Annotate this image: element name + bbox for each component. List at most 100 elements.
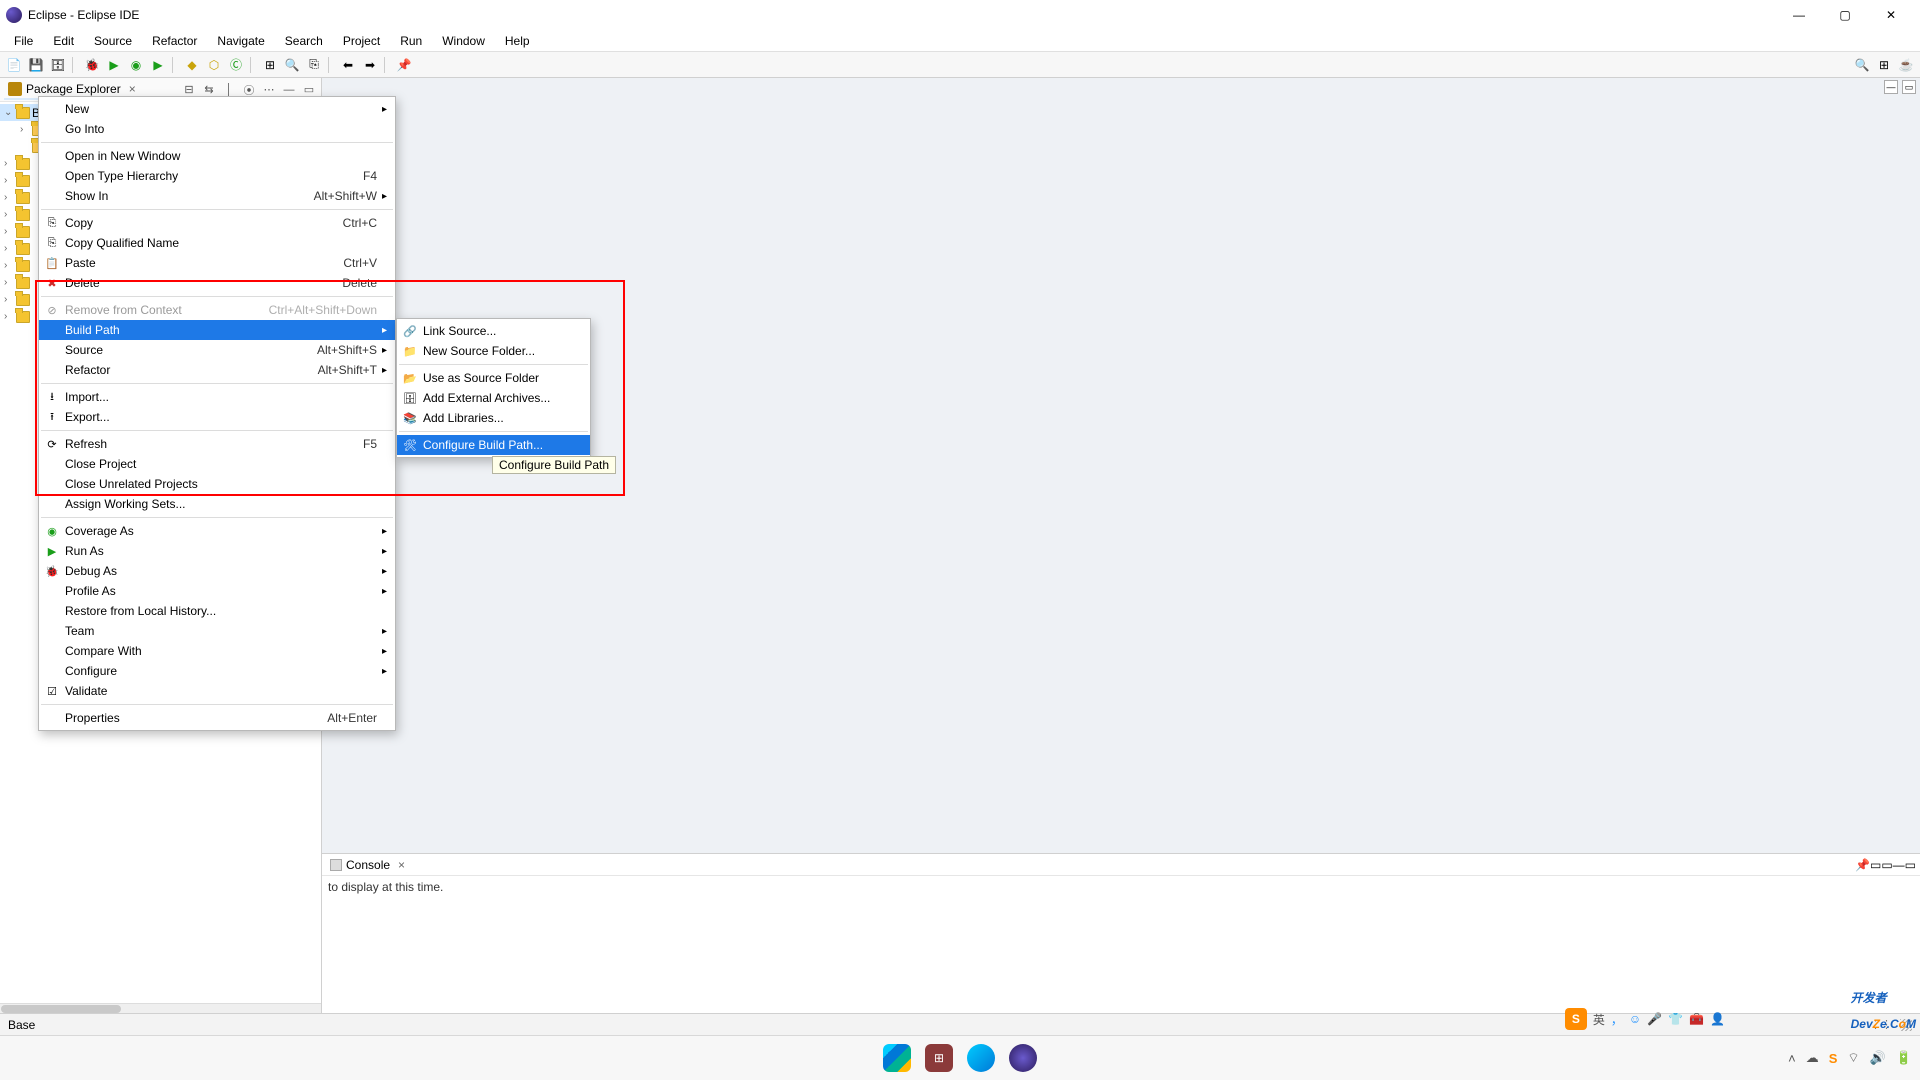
minimize-button[interactable]: — [1776, 0, 1822, 30]
ime-voice-icon[interactable]: 🎤 [1647, 1012, 1662, 1026]
ctx-item-close-unrelated-projects[interactable]: Close Unrelated Projects [39, 474, 395, 494]
maximize-button[interactable]: ▢ [1822, 0, 1868, 30]
toggle-button[interactable]: ⎘ [304, 55, 324, 75]
ctx-item-show-in[interactable]: Show InAlt+Shift+W▸ [39, 186, 395, 206]
ctx-item-properties[interactable]: PropertiesAlt+Enter [39, 708, 395, 728]
ime-toolbox-icon[interactable]: 🧰 [1689, 1012, 1704, 1026]
open-type-button[interactable]: ⊞ [260, 55, 280, 75]
buildpath-item-use-as-source-folder[interactable]: 📂Use as Source Folder [397, 368, 590, 388]
taskbar-edge[interactable] [967, 1044, 995, 1072]
ctx-item-restore-from-local-history[interactable]: Restore from Local History... [39, 601, 395, 621]
ctx-item-assign-working-sets[interactable]: Assign Working Sets... [39, 494, 395, 514]
scrollbar-thumb[interactable] [1, 1005, 121, 1013]
save-button[interactable]: 💾 [26, 55, 46, 75]
menu-edit[interactable]: Edit [45, 32, 82, 50]
tray-sogou-icon[interactable]: S [1829, 1051, 1838, 1066]
ime-toolbar[interactable]: S 英 ， ☺ 🎤 👕 🧰 👤 [1565, 1008, 1725, 1030]
console-pin-button[interactable]: 📌 [1855, 858, 1870, 872]
ctx-item-build-path[interactable]: Build Path▸ [39, 320, 395, 340]
ctx-item-copy-qualified-name[interactable]: ⎘Copy Qualified Name [39, 233, 395, 253]
ctx-item-open-type-hierarchy[interactable]: Open Type HierarchyF4 [39, 166, 395, 186]
expand-icon[interactable]: › [4, 158, 14, 169]
ctx-item-go-into[interactable]: Go Into [39, 119, 395, 139]
tray-battery-icon[interactable]: 🔋 [1896, 1050, 1912, 1066]
expand-icon[interactable]: › [4, 175, 14, 186]
expand-icon[interactable]: › [4, 243, 14, 254]
save-all-button[interactable]: 🗄 [48, 55, 68, 75]
ctx-item-close-project[interactable]: Close Project [39, 454, 395, 474]
ctx-item-new[interactable]: New▸ [39, 99, 395, 119]
console-maximize-button[interactable]: ▭ [1905, 858, 1916, 872]
tray-wifi-icon[interactable]: ⌔ [1847, 1050, 1859, 1066]
taskbar-app[interactable]: ⊞ [925, 1044, 953, 1072]
ime-lang-label[interactable]: 英 [1593, 1011, 1605, 1028]
ime-skin-icon[interactable]: 👕 [1668, 1012, 1683, 1026]
coverage-button[interactable]: ◉ [126, 55, 146, 75]
menu-search[interactable]: Search [277, 32, 331, 50]
ctx-item-source[interactable]: SourceAlt+Shift+S▸ [39, 340, 395, 360]
expand-icon[interactable]: › [4, 311, 14, 322]
resize-grip[interactable] [1900, 1019, 1912, 1031]
new-java-button[interactable]: ◆ [182, 55, 202, 75]
nav-back-button[interactable]: ⬅ [338, 55, 358, 75]
ctx-item-profile-as[interactable]: Profile As▸ [39, 581, 395, 601]
menu-source[interactable]: Source [86, 32, 140, 50]
expand-icon[interactable]: › [20, 124, 30, 135]
expand-icon[interactable]: › [4, 209, 14, 220]
java-perspective-button[interactable]: ☕ [1896, 55, 1916, 75]
taskbar-eclipse[interactable] [1009, 1044, 1037, 1072]
tray-volume-icon[interactable]: 🔊 [1870, 1050, 1886, 1066]
menu-project[interactable]: Project [335, 32, 388, 50]
console-open-button[interactable]: ▭ [1881, 858, 1892, 872]
ctx-item-validate[interactable]: ☑Validate [39, 681, 395, 701]
nav-forward-button[interactable]: ➡ [360, 55, 380, 75]
expand-icon[interactable]: › [4, 260, 14, 271]
debug-button[interactable]: 🐞 [82, 55, 102, 75]
editor-minimize-button[interactable]: — [1884, 80, 1898, 94]
console-tab[interactable]: Console × [326, 856, 409, 874]
expand-icon[interactable]: › [4, 294, 14, 305]
ctx-item-delete[interactable]: ✖DeleteDelete [39, 273, 395, 293]
ctx-item-debug-as[interactable]: 🐞Debug As▸ [39, 561, 395, 581]
buildpath-item-add-libraries[interactable]: 📚Add Libraries... [397, 408, 590, 428]
tray-expand-icon[interactable]: ˄ [1788, 1051, 1796, 1066]
tab-close-icon[interactable]: × [398, 858, 405, 872]
buildpath-item-configure-build-path[interactable]: 🛠Configure Build Path... [397, 435, 590, 455]
menu-window[interactable]: Window [434, 32, 493, 50]
menu-refactor[interactable]: Refactor [144, 32, 205, 50]
ctx-item-configure[interactable]: Configure▸ [39, 661, 395, 681]
quick-access-button[interactable]: 🔍 [1852, 55, 1872, 75]
tab-close-icon[interactable]: × [129, 82, 136, 96]
expand-icon[interactable]: › [4, 226, 14, 237]
expand-icon[interactable]: › [4, 192, 14, 203]
ctx-item-compare-with[interactable]: Compare With▸ [39, 641, 395, 661]
run-button[interactable]: ▶ [104, 55, 124, 75]
close-button[interactable]: ✕ [1868, 0, 1914, 30]
expand-icon[interactable]: ⌄ [4, 107, 14, 118]
ctx-item-refresh[interactable]: ⟳RefreshF5 [39, 434, 395, 454]
windows-taskbar[interactable]: ⊞ ˄ ☁ S ⌔ 🔊 🔋 [0, 1035, 1920, 1080]
ctx-item-team[interactable]: Team▸ [39, 621, 395, 641]
pin-button[interactable]: 📌 [394, 55, 414, 75]
ctx-item-open-in-new-window[interactable]: Open in New Window [39, 146, 395, 166]
menu-run[interactable]: Run [392, 32, 430, 50]
sogou-ime-icon[interactable]: S [1565, 1008, 1587, 1030]
build-path-submenu[interactable]: 🔗Link Source...📁New Source Folder...📂Use… [396, 318, 591, 458]
ctx-item-import[interactable]: ⭳Import... [39, 387, 395, 407]
console-minimize-button[interactable]: — [1893, 858, 1905, 872]
console-display-button[interactable]: ▭ [1870, 858, 1881, 872]
ctx-item-copy[interactable]: ⎘CopyCtrl+C [39, 213, 395, 233]
new-button[interactable]: 📄 [4, 55, 24, 75]
new-package-button[interactable]: ⬡ [204, 55, 224, 75]
ctx-item-paste[interactable]: 📋PasteCtrl+V [39, 253, 395, 273]
search-button[interactable]: 🔍 [282, 55, 302, 75]
ime-user-icon[interactable]: 👤 [1710, 1012, 1725, 1026]
menu-help[interactable]: Help [497, 32, 538, 50]
menu-navigate[interactable]: Navigate [209, 32, 272, 50]
expand-icon[interactable]: › [4, 277, 14, 288]
context-menu[interactable]: New▸Go Into Open in New WindowOpen Type H… [38, 96, 396, 731]
start-button[interactable] [883, 1044, 911, 1072]
buildpath-item-new-source-folder[interactable]: 📁New Source Folder... [397, 341, 590, 361]
buildpath-item-add-external-archives[interactable]: 🗄Add External Archives... [397, 388, 590, 408]
horizontal-scrollbar[interactable] [0, 1003, 321, 1013]
